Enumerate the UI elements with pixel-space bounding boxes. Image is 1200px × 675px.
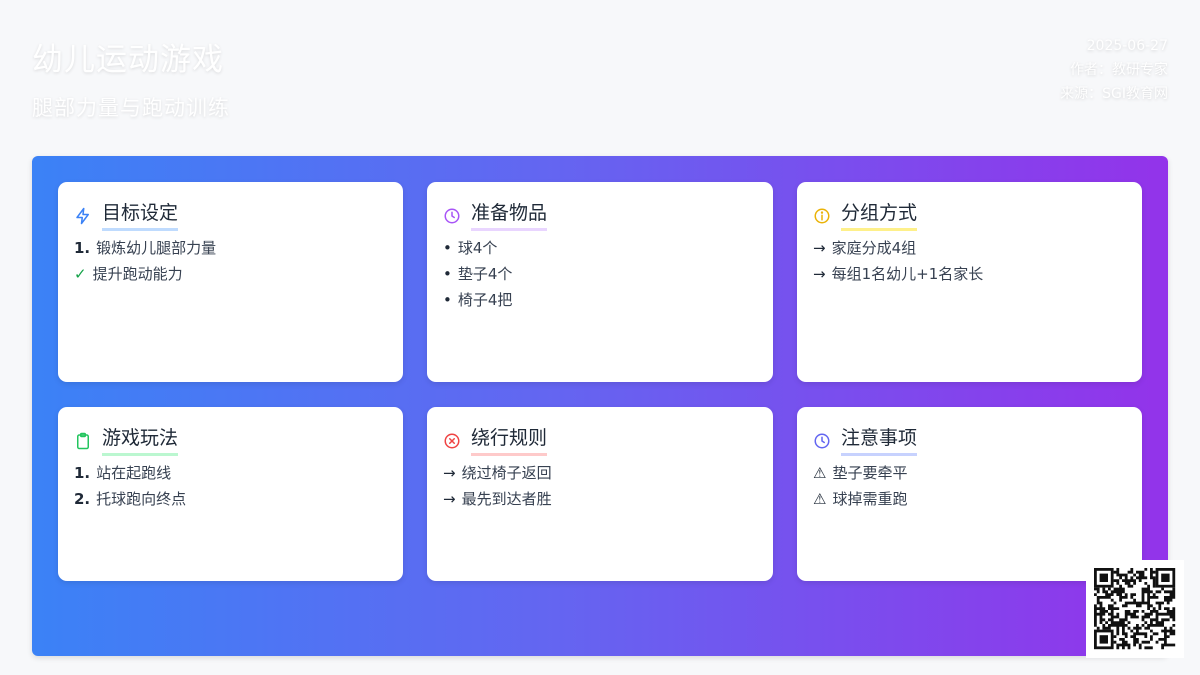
list-text: 垫子要牵平: [832, 464, 908, 482]
list-marker: 1.: [74, 239, 91, 257]
list-item: → 每组1名幼儿+1名家长: [813, 261, 983, 287]
list-text: 椅子4把: [457, 291, 513, 309]
list-item: • 椅子4把: [443, 287, 512, 313]
warning-icon: ⚠: [813, 490, 827, 508]
card-list: 1. 站在起跑线 2. 托球跑向终点: [74, 460, 186, 512]
card-gameplay: 游戏玩法 1. 站在起跑线 2. 托球跑向终点: [58, 407, 403, 581]
list-text: 最先到达者胜: [461, 490, 552, 508]
card-list: 1. 锻炼幼儿腿部力量 ✓ 提升跑动能力: [74, 235, 216, 287]
list-item: 1. 站在起跑线: [74, 460, 186, 486]
list-text: 每组1名幼儿+1名家长: [831, 265, 984, 283]
page-subtitle: 腿部力量与跑动训练: [32, 96, 230, 120]
meta-source: 来源：SGI教育网: [1060, 86, 1168, 102]
bullet-icon: •: [443, 291, 452, 309]
list-text: 家庭分成4组: [831, 239, 917, 257]
list-item: 2. 托球跑向终点: [74, 486, 186, 512]
list-marker: 1.: [74, 464, 91, 482]
clock-icon: [443, 207, 461, 225]
qr-code-icon: [1086, 560, 1184, 658]
clock-icon: [813, 432, 831, 450]
card-title: 分组方式: [841, 200, 918, 231]
card-materials: 准备物品 • 球4个 • 垫子4个 • 椅子4把: [427, 182, 773, 382]
bullet-icon: •: [443, 265, 452, 283]
meta-info: 2025-06-27 作者：教研专家 来源：SGI教育网: [1060, 34, 1168, 106]
list-text: 绕过椅子返回: [461, 464, 552, 482]
card-list: → 家庭分成4组 → 每组1名幼儿+1名家长: [813, 235, 983, 287]
list-item: → 绕过椅子返回: [443, 460, 552, 486]
list-item: ✓ 提升跑动能力: [74, 261, 216, 287]
arrow-right-icon: →: [443, 464, 456, 482]
bullet-icon: •: [443, 239, 452, 257]
list-text: 球掉需重跑: [832, 490, 908, 508]
list-text: 提升跑动能力: [92, 265, 183, 283]
card-title: 准备物品: [471, 200, 548, 231]
info-icon: [813, 207, 831, 225]
clipboard-icon: [74, 432, 92, 450]
card-title: 目标设定: [102, 200, 179, 231]
card-goal: 目标设定 1. 锻炼幼儿腿部力量 ✓ 提升跑动能力: [58, 182, 403, 382]
meta-author: 作者：教研专家: [1070, 62, 1168, 78]
list-text: 托球跑向终点: [96, 490, 187, 508]
list-text: 站在起跑线: [96, 464, 172, 482]
cards-panel: 目标设定 1. 锻炼幼儿腿部力量 ✓ 提升跑动能力 准备物品 • 球4个 • 垫子4个 …: [32, 156, 1168, 656]
card-title: 绕行规则: [471, 425, 548, 456]
list-item: 1. 锻炼幼儿腿部力量: [74, 235, 216, 261]
list-item: ⚠ 垫子要牵平: [813, 460, 907, 486]
list-item: • 垫子4个: [443, 261, 512, 287]
meta-date: 2025-06-27: [1086, 38, 1168, 54]
card-notes: 注意事项 ⚠ 垫子要牵平 ⚠ 球掉需重跑: [797, 407, 1142, 581]
card-rules: 绕行规则 → 绕过椅子返回 → 最先到达者胜: [427, 407, 773, 581]
lightning-icon: [74, 207, 92, 225]
list-text: 垫子4个: [457, 265, 513, 283]
list-item: → 家庭分成4组: [813, 235, 983, 261]
check-icon: ✓: [74, 265, 87, 283]
card-list: → 绕过椅子返回 → 最先到达者胜: [443, 460, 552, 512]
x-circle-icon: [443, 432, 461, 450]
warning-icon: ⚠: [813, 464, 827, 482]
list-marker: 2.: [74, 490, 91, 508]
arrow-right-icon: →: [443, 490, 456, 508]
arrow-right-icon: →: [813, 239, 826, 257]
list-text: 球4个: [457, 239, 498, 257]
page-title: 幼儿运动游戏: [32, 42, 224, 78]
card-title: 游戏玩法: [102, 425, 179, 456]
card-title: 注意事项: [841, 425, 918, 456]
list-item: • 球4个: [443, 235, 512, 261]
list-item: ⚠ 球掉需重跑: [813, 486, 907, 512]
list-item: → 最先到达者胜: [443, 486, 552, 512]
arrow-right-icon: →: [813, 265, 826, 283]
card-list: • 球4个 • 垫子4个 • 椅子4把: [443, 235, 512, 313]
card-list: ⚠ 垫子要牵平 ⚠ 球掉需重跑: [813, 460, 907, 512]
card-grouping: 分组方式 → 家庭分成4组 → 每组1名幼儿+1名家长: [797, 182, 1142, 382]
list-text: 锻炼幼儿腿部力量: [96, 239, 217, 257]
